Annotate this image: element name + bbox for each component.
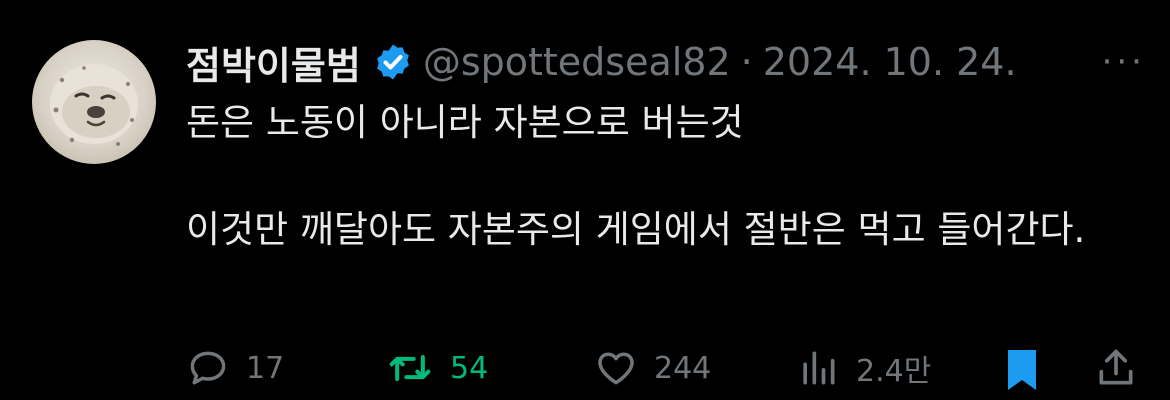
tweet-header: 점박이물범 @spottedseal82 · 2024. 10. 24. ··· (186, 32, 1146, 92)
heart-icon (594, 346, 638, 390)
avatar[interactable] (32, 40, 156, 164)
display-name[interactable]: 점박이물범 (186, 35, 361, 90)
bookmark-button[interactable] (1002, 346, 1042, 394)
retweet-icon (386, 346, 434, 390)
tweet-text-line: 돈은 노동이 아니라 자본으로 버는것 (186, 101, 744, 144)
tweet-date[interactable]: 2024. 10. 24. (763, 40, 1017, 84)
like-button[interactable]: 244 (594, 346, 711, 390)
more-options-button[interactable]: ··· (1102, 42, 1146, 82)
reply-button[interactable]: 17 (186, 346, 284, 390)
like-count: 244 (654, 350, 712, 386)
user-handle[interactable]: @spottedseal82 (423, 40, 731, 84)
separator-dot: · (740, 40, 753, 84)
share-icon (1094, 346, 1138, 390)
retweet-count: 54 (450, 350, 489, 386)
views-icon (796, 346, 840, 390)
views-count: 2.4만 (856, 354, 932, 389)
views-button[interactable]: 2.4만 (796, 346, 931, 390)
tweet-text: 돈은 노동이 아니라 자본으로 버는것 이것만 깨달아도 자본주의 게임에서 절… (186, 96, 1146, 257)
retweet-button[interactable]: 54 (386, 346, 488, 390)
action-bar: 17 54 244 2.4만 (186, 346, 1136, 400)
share-button[interactable] (1094, 346, 1138, 390)
reply-count: 17 (246, 350, 285, 386)
bookmark-icon (1002, 346, 1042, 394)
reply-icon (186, 346, 230, 390)
tweet-text-line: 이것만 깨달아도 자본주의 게임에서 절반은 먹고 들어간다. (186, 208, 1086, 252)
seal-avatar-image (50, 64, 138, 146)
verified-badge-icon (373, 42, 413, 82)
